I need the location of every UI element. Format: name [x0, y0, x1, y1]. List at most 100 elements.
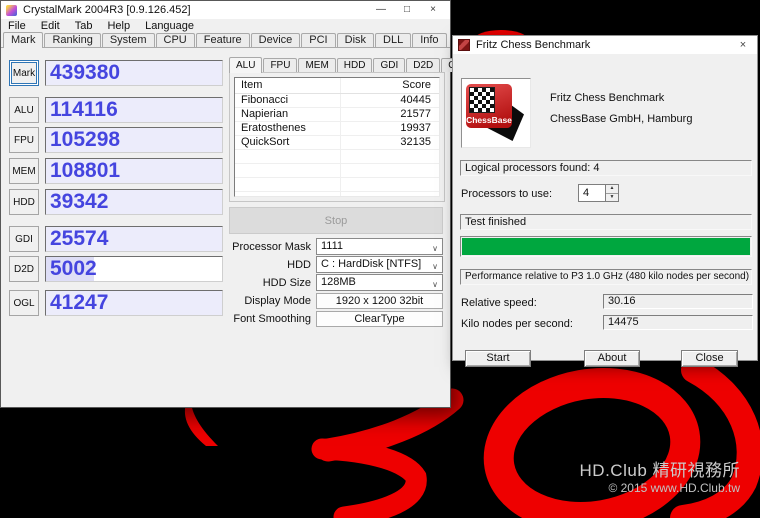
spin-up-icon[interactable]: ▲	[606, 185, 618, 194]
hdd-size-value: 128MB	[321, 276, 356, 288]
crystalmark-tabstrip: Mark Ranking System CPU Feature Device P…	[1, 32, 450, 48]
tab-info[interactable]: Info	[412, 33, 447, 47]
score-cell	[341, 164, 439, 177]
spin-down-icon[interactable]: ▼	[606, 193, 618, 201]
result-tab-d2d[interactable]: D2D	[406, 58, 441, 72]
ogl-score-field: 41247	[45, 290, 223, 316]
hdd-select[interactable]: C : HardDisk [NTFS] ∨	[316, 256, 443, 273]
menu-tab[interactable]: Tab	[75, 20, 93, 32]
hdd-button[interactable]: HDD	[9, 189, 39, 215]
menu-edit[interactable]: Edit	[41, 20, 60, 32]
mark-button[interactable]: Mark	[9, 60, 39, 86]
watermark-line2: © 2015 www.HD.Club.tw	[608, 481, 740, 495]
tab-feature[interactable]: Feature	[195, 33, 250, 47]
crystalmark-titlebar[interactable]: CrystalMark 2004R3 [0.9.126.452] — □ ×	[1, 1, 450, 19]
about-button[interactable]: About	[584, 350, 640, 367]
d2d-button[interactable]: D2D	[9, 256, 39, 282]
chevron-down-icon: ∨	[432, 262, 438, 271]
tab-mark[interactable]: Mark	[3, 32, 44, 48]
start-button[interactable]: Start	[465, 350, 531, 367]
score-row-ogl: OGL 41247	[9, 290, 223, 316]
item-cell	[235, 178, 342, 191]
table-row-empty	[235, 192, 439, 196]
fritz-app-name: Fritz Chess Benchmark	[550, 92, 665, 104]
display-mode-row: Display Mode 1920 x 1200 32bit	[229, 292, 443, 309]
hdd-size-select[interactable]: 128MB ∨	[316, 274, 443, 291]
fpu-score-value: 105298	[50, 128, 121, 151]
fritz-content: ChessBase Fritz Chess Benchmark ChessBas…	[453, 54, 757, 367]
mem-button[interactable]: MEM	[9, 158, 39, 184]
tab-device[interactable]: Device	[250, 33, 301, 47]
menu-help[interactable]: Help	[107, 20, 130, 32]
fpu-score-field: 105298	[45, 127, 223, 153]
table-row-empty	[235, 150, 439, 164]
hdd-size-row: HDD Size 128MB ∨	[229, 274, 443, 291]
tab-system[interactable]: System	[101, 33, 155, 47]
display-mode-label: Display Mode	[244, 294, 311, 307]
crystalmark-window-title: CrystalMark 2004R3 [0.9.126.452]	[23, 4, 191, 16]
tab-disk[interactable]: Disk	[336, 33, 375, 47]
font-smoothing-button[interactable]: ClearType	[316, 310, 443, 327]
kilo-nodes-field: 14475	[603, 315, 753, 330]
close-icon[interactable]: ×	[420, 1, 446, 19]
processors-to-use-label: Processors to use:	[461, 188, 553, 200]
processors-value-field[interactable]: 4	[578, 184, 605, 202]
item-cell: Napierian	[235, 108, 342, 121]
result-tab-fpu[interactable]: FPU	[263, 58, 298, 72]
fritz-window: Fritz Chess Benchmark × ChessBase Fritz …	[452, 35, 758, 367]
result-table[interactable]: Item Score Fibonacci 40445 Napierian 215…	[234, 77, 440, 197]
tab-ranking[interactable]: Ranking	[44, 33, 101, 47]
hdd-score-field: 39342	[45, 189, 223, 215]
mem-score-field: 108801	[45, 158, 223, 184]
maximize-icon[interactable]: □	[394, 1, 420, 19]
result-detail-panel: ALU FPU MEM HDD GDI D2D OGL Item Score F…	[229, 56, 477, 202]
font-smoothing-label: Font Smoothing	[233, 312, 311, 325]
minimize-icon[interactable]: —	[368, 1, 394, 19]
result-tab-gdi[interactable]: GDI	[373, 58, 406, 72]
chevron-down-icon: ∨	[432, 280, 438, 289]
processor-mask-label: Processor Mask	[232, 240, 311, 253]
result-tab-mem[interactable]: MEM	[298, 58, 336, 72]
display-mode-button[interactable]: 1920 x 1200 32bit	[316, 292, 443, 309]
chevron-down-icon: ∨	[432, 244, 438, 253]
crystalmark-window: CrystalMark 2004R3 [0.9.126.452] — □ × F…	[0, 0, 477, 408]
processors-spinner[interactable]: 4 ▲ ▼	[578, 184, 619, 202]
item-cell	[235, 192, 342, 196]
table-row-empty	[235, 164, 439, 178]
gdi-button[interactable]: GDI	[9, 226, 39, 252]
tab-dll[interactable]: DLL	[375, 33, 412, 47]
table-row: Napierian 21577	[235, 108, 439, 122]
test-status: Test finished	[460, 214, 752, 230]
fpu-button[interactable]: FPU	[9, 127, 39, 153]
close-button[interactable]: Close	[681, 350, 738, 367]
hdd-score-value: 39342	[50, 190, 109, 213]
watermark-line1: HD.Club 精研視務所	[579, 460, 740, 480]
score-row-gdi: GDI 25574	[9, 226, 223, 252]
result-tab-page: Item Score Fibonacci 40445 Napierian 215…	[229, 72, 445, 202]
score-cell: 32135	[400, 136, 431, 148]
alu-button[interactable]: ALU	[9, 97, 39, 123]
menu-language[interactable]: Language	[145, 20, 194, 32]
close-icon[interactable]: ×	[733, 36, 753, 54]
result-tab-hdd[interactable]: HDD	[336, 58, 373, 72]
result-tab-alu[interactable]: ALU	[229, 57, 263, 73]
hdd-row: HDD C : HardDisk [NTFS] ∨	[229, 256, 443, 273]
tab-cpu[interactable]: CPU	[155, 33, 195, 47]
tab-pci[interactable]: PCI	[301, 33, 336, 47]
processor-mask-select[interactable]: 1111 ∨	[316, 238, 443, 255]
chessbase-logo-red-square: ChessBase	[466, 84, 512, 128]
alu-score-field: 114116	[45, 97, 223, 123]
mark-score-value: 439380	[50, 61, 121, 84]
performance-note: Performance relative to P3 1.0 GHz (480 …	[460, 269, 752, 285]
d2d-score-field-running: 5002	[45, 256, 223, 282]
column-header-score: Score	[402, 79, 431, 91]
item-cell	[235, 150, 342, 163]
menu-file[interactable]: File	[8, 20, 26, 32]
stop-button[interactable]: Stop	[229, 207, 443, 234]
fritz-titlebar[interactable]: Fritz Chess Benchmark ×	[453, 36, 757, 54]
font-smoothing-row: Font Smoothing ClearType	[229, 310, 443, 327]
ogl-button[interactable]: OGL	[9, 290, 39, 316]
score-row-alu: ALU 114116	[9, 97, 223, 123]
chessboard-pattern	[469, 87, 495, 113]
score-row-mark: Mark 439380	[9, 60, 223, 86]
